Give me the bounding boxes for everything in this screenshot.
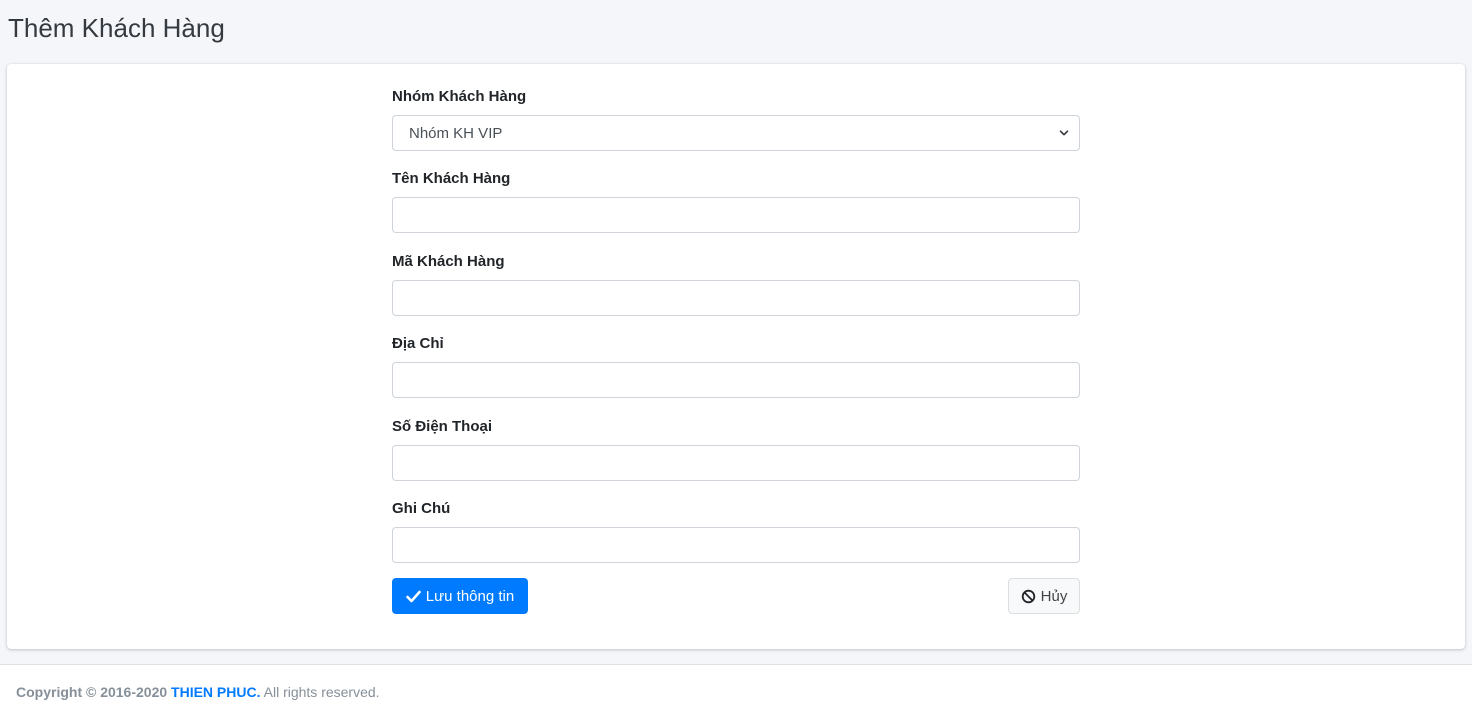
customer-address-field: Địa Chỉ <box>392 335 1080 398</box>
customer-name-input[interactable] <box>392 197 1080 233</box>
customer-phone-label: Số Điện Thoại <box>392 418 493 435</box>
save-button-label: Lưu thông tin <box>425 587 515 605</box>
form-card: Nhóm Khách Hàng Nhóm KH VIP Tên Khách Hà… <box>7 64 1465 649</box>
rights-text: All rights reserved. <box>263 684 380 700</box>
customer-group-selected-value: Nhóm KH VIP <box>409 124 503 142</box>
save-button[interactable]: Lưu thông tin <box>392 578 528 614</box>
customer-group-select[interactable]: Nhóm KH VIP <box>392 115 1080 151</box>
copyright-text: Copyright © 2016-2020 <box>16 684 168 700</box>
page-title: Thêm Khách Hàng <box>8 13 225 43</box>
customer-address-label: Địa Chỉ <box>392 335 444 352</box>
customer-name-label: Tên Khách Hàng <box>392 170 511 187</box>
brand-link[interactable]: THIEN PHUC. <box>171 684 260 700</box>
customer-code-input[interactable] <box>392 280 1080 316</box>
customer-note-input[interactable] <box>392 527 1080 563</box>
customer-code-field: Mã Khách Hàng <box>392 253 1080 316</box>
cancel-button[interactable]: Hủy <box>1008 578 1080 614</box>
customer-group-field: Nhóm Khách Hàng Nhóm KH VIP <box>392 88 1080 151</box>
check-icon <box>405 590 421 602</box>
customer-name-field: Tên Khách Hàng <box>392 170 1080 233</box>
customer-note-field: Ghi Chú <box>392 500 1080 563</box>
page-footer: Copyright © 2016-2020 THIEN PHUC. All ri… <box>0 664 1472 719</box>
ban-icon <box>1021 589 1035 603</box>
chevron-down-icon <box>1059 130 1069 136</box>
footer-copyright: Copyright © 2016-2020 THIEN PHUC. All ri… <box>16 684 380 700</box>
customer-code-label: Mã Khách Hàng <box>392 253 505 270</box>
cancel-button-label: Hủy <box>1040 587 1068 605</box>
customer-address-input[interactable] <box>392 362 1080 398</box>
customer-note-label: Ghi Chú <box>392 500 451 517</box>
customer-group-label: Nhóm Khách Hàng <box>392 88 527 105</box>
customer-phone-input[interactable] <box>392 445 1080 481</box>
customer-phone-field: Số Điện Thoại <box>392 418 1080 481</box>
